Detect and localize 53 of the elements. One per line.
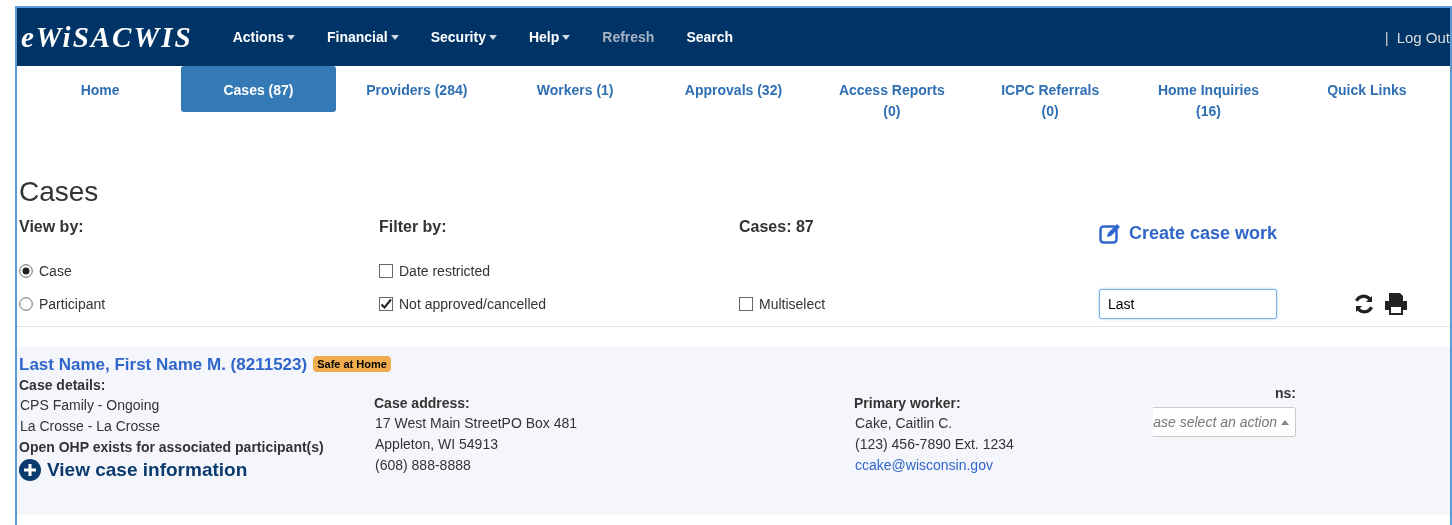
checkbox-label: Date restricted bbox=[399, 262, 491, 279]
nav-tab[interactable]: Access Reports (0) bbox=[814, 66, 969, 122]
details-label: Case details: bbox=[19, 376, 107, 395]
edit-icon bbox=[1099, 222, 1123, 244]
checkbox-label: Multiselect bbox=[759, 295, 826, 312]
radio-label: Case bbox=[39, 262, 72, 279]
detail-text: La Crosse - La Crosse bbox=[19, 417, 162, 436]
nav-tab[interactable]: Providers (284) bbox=[339, 66, 494, 101]
checkbox[interactable] bbox=[379, 263, 393, 278]
nav-tab[interactable]: Cases (87) bbox=[181, 66, 336, 112]
checkbox[interactable] bbox=[379, 296, 393, 311]
search-field[interactable]: Last bbox=[1099, 288, 1277, 319]
checkbox-label: Not approved/cancelled bbox=[399, 295, 547, 312]
radio-button[interactable] bbox=[19, 263, 33, 278]
view-by-label: View by: bbox=[19, 218, 85, 237]
address-text: Appleton, WI 54913 bbox=[374, 435, 499, 454]
menu-item[interactable]: Security bbox=[430, 29, 497, 45]
menu-item[interactable]: Help bbox=[528, 29, 571, 45]
filter-by-label: Filter by: bbox=[379, 218, 448, 237]
nav-tab[interactable]: Home Inquiries (16) bbox=[1131, 66, 1286, 122]
notice-text: Open OHP exists for associated participant(s) bbox=[19, 438, 325, 457]
address-label: Case address: bbox=[374, 394, 471, 413]
worker-text: Cake, Caitlin C. bbox=[854, 414, 954, 433]
email-link[interactable]: ccake@wisconsin.gov bbox=[854, 455, 1136, 476]
actions-label: ns: bbox=[1275, 384, 1296, 403]
app-logo[interactable]: eWiSACWIS bbox=[21, 20, 193, 54]
menu-item[interactable]: Actions bbox=[232, 29, 295, 45]
view-case-link[interactable]: View case information bbox=[19, 459, 374, 481]
nav-tab[interactable]: Home bbox=[23, 66, 178, 101]
caret-icon bbox=[1281, 419, 1289, 425]
radio-label: Participant bbox=[39, 295, 106, 312]
page-title: Cases bbox=[19, 176, 100, 208]
address-text: 17 West Main StreetPO Box 481 bbox=[374, 414, 579, 433]
menu-item[interactable]: Financial bbox=[327, 29, 399, 45]
nav-tab[interactable]: Quick Links bbox=[1289, 66, 1444, 101]
radio-button[interactable] bbox=[19, 296, 33, 311]
nav-tab[interactable]: Workers (1) bbox=[498, 66, 653, 101]
address-text: (608) 888-8888 bbox=[374, 456, 472, 475]
divider-text: | bbox=[1384, 28, 1389, 46]
action-dropdown[interactable]: ase select an action bbox=[1153, 407, 1296, 437]
status-badge: Safe at Home bbox=[313, 356, 391, 372]
worker-label: Primary worker: bbox=[854, 394, 962, 413]
nav-tab[interactable]: Approvals (32) bbox=[656, 66, 811, 101]
nav-tab[interactable]: ICPC Referrals (0) bbox=[973, 66, 1128, 122]
checkbox[interactable] bbox=[739, 296, 753, 311]
worker-text: (123) 456-7890 Ext. 1234 bbox=[854, 435, 1015, 454]
case-name-link[interactable]: Last Name, First Name M. (8211523) bbox=[19, 355, 308, 374]
cases-count: Cases: 87 bbox=[739, 218, 815, 237]
print-icon[interactable] bbox=[1382, 291, 1410, 316]
logout-link[interactable]: Log Out bbox=[1396, 28, 1450, 46]
menu-item[interactable]: Search bbox=[686, 29, 734, 45]
detail-text: CPS Family - Ongoing bbox=[19, 396, 161, 415]
create-case-work-link[interactable]: Create case work bbox=[1099, 212, 1345, 254]
